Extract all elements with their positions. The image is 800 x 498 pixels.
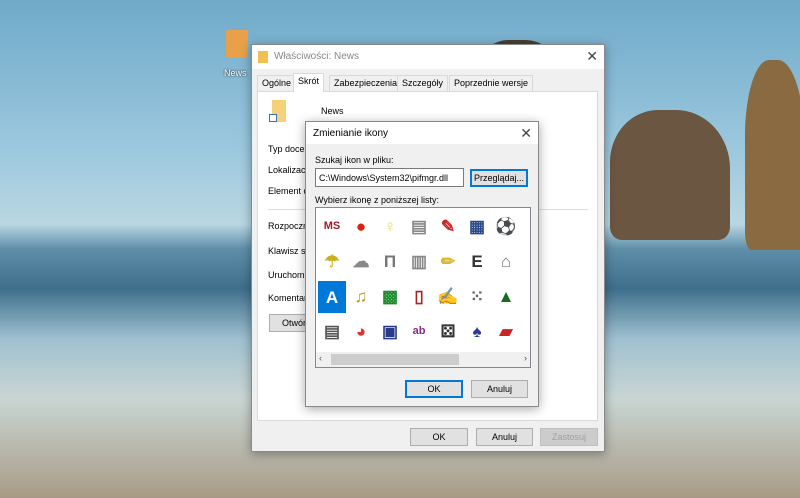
cards-icon[interactable]: ♠ bbox=[465, 319, 489, 343]
scroll-right-arrow[interactable]: › bbox=[524, 353, 527, 363]
notepad-icon[interactable]: ✍ bbox=[436, 284, 460, 308]
label-start-in: Rozpoczn bbox=[268, 221, 309, 231]
keyboard-icon[interactable]: ▤ bbox=[407, 214, 431, 238]
race-car-icon[interactable]: ▰ bbox=[494, 319, 518, 343]
party-icon[interactable]: ▲ bbox=[494, 284, 518, 308]
tab-general[interactable]: Ogólne bbox=[257, 75, 297, 91]
window-title: Właściwości: News bbox=[274, 51, 360, 62]
dialog-title: Zmienianie ikony bbox=[313, 128, 389, 139]
label-target-type: Typ docel bbox=[268, 144, 307, 154]
document-icon[interactable]: ab bbox=[407, 319, 431, 343]
shortcut-name: News bbox=[321, 106, 344, 116]
desktop-icon-label: News bbox=[224, 68, 247, 78]
properties-cancel-button[interactable]: Anuluj bbox=[476, 428, 533, 446]
tab-security[interactable]: Zabezpieczenia bbox=[329, 75, 403, 91]
browse-button[interactable]: Przeglądaj... bbox=[470, 169, 528, 187]
tab-details[interactable]: Szczegóły bbox=[397, 75, 449, 91]
circuit-icon[interactable]: ▩ bbox=[378, 284, 402, 308]
scroll-thumb[interactable] bbox=[331, 354, 459, 365]
label-run: Uruchom: bbox=[268, 270, 308, 280]
computer-icon[interactable]: ▣ bbox=[378, 319, 402, 343]
tab-shortcut[interactable]: Skrót bbox=[293, 73, 325, 92]
partial-icon[interactable]: ▲ bbox=[523, 284, 530, 308]
window-icon[interactable]: ▦ bbox=[465, 214, 489, 238]
pencil-icon[interactable]: ✏ bbox=[436, 249, 460, 273]
dialog-ok-button[interactable]: OK bbox=[405, 380, 463, 398]
dice-icon[interactable]: ⚄ bbox=[436, 319, 460, 343]
properties-apply-button: Zastosuj bbox=[540, 428, 598, 446]
change-icon-dialog: Zmienianie ikony ✕ Szukaj ikon w pliku: … bbox=[305, 121, 539, 407]
tuba-icon[interactable]: ♫ bbox=[349, 284, 373, 308]
icon-list[interactable]: ‹ › MS●♀▤✎▦⚽▲☂☁Π▥✏E⌂▲A♫▩▯✍⁙▲▲▤◕▣ab⚄♠▰▲ bbox=[315, 207, 531, 368]
eye-chart-icon[interactable]: E bbox=[465, 249, 489, 273]
storm-cloud-icon[interactable]: ☁ bbox=[349, 249, 373, 273]
file-label: Szukaj ikon w pliku: bbox=[315, 155, 394, 165]
label-target: Element d bbox=[268, 186, 309, 196]
close-icon[interactable]: ✕ bbox=[586, 48, 598, 65]
beach-ball-icon[interactable]: ◕ bbox=[349, 319, 373, 343]
cabinet-icon[interactable]: ▥ bbox=[407, 249, 431, 273]
horizontal-scrollbar[interactable]: ‹ › bbox=[316, 352, 530, 367]
title-bar[interactable]: Właściwości: News ✕ bbox=[252, 45, 604, 69]
close-icon[interactable]: ✕ bbox=[520, 125, 532, 142]
apple-icon[interactable]: ● bbox=[349, 214, 373, 238]
folder-icon bbox=[258, 51, 268, 63]
dialog-cancel-button[interactable]: Anuluj bbox=[471, 380, 528, 398]
folder-icon bbox=[226, 30, 248, 58]
paint-icon[interactable]: ✎ bbox=[436, 214, 460, 238]
partial-icon[interactable]: ▲ bbox=[523, 319, 530, 343]
shortcut-arrow-icon bbox=[269, 114, 277, 122]
ms-dos-icon[interactable]: MS bbox=[320, 214, 344, 238]
label-location: Lokalizacj bbox=[268, 165, 308, 175]
file-path-input[interactable]: C:\Windows\System32\pifmgr.dll bbox=[315, 168, 464, 187]
umbrella-icon[interactable]: ☂ bbox=[320, 249, 344, 273]
newspaper-icon[interactable]: ▤ bbox=[320, 319, 344, 343]
column-icon[interactable]: Π bbox=[378, 249, 402, 273]
soccer-ball-icon[interactable]: ⚽ bbox=[494, 214, 518, 238]
lightbulb-icon[interactable]: ♀ bbox=[378, 214, 402, 238]
label-shortcut-key: Klawisz sk bbox=[268, 246, 311, 256]
dialog-title-bar[interactable]: Zmienianie ikony ✕ bbox=[306, 122, 538, 144]
icon-list-label: Wybierz ikonę z poniższej listy: bbox=[315, 195, 439, 205]
properties-ok-button[interactable]: OK bbox=[410, 428, 468, 446]
tab-previous-versions[interactable]: Poprzednie wersje bbox=[449, 75, 534, 91]
book-icon[interactable]: ▯ bbox=[407, 284, 431, 308]
dominoes-icon[interactable]: ⁙ bbox=[465, 284, 489, 308]
scroll-left-arrow[interactable]: ‹ bbox=[319, 353, 322, 363]
blocks-icon[interactable]: A bbox=[318, 281, 346, 313]
partial-icon[interactable]: ▲ bbox=[523, 214, 530, 238]
bag-icon[interactable]: ⌂ bbox=[494, 249, 518, 273]
partial-icon[interactable]: ▲ bbox=[523, 249, 530, 273]
